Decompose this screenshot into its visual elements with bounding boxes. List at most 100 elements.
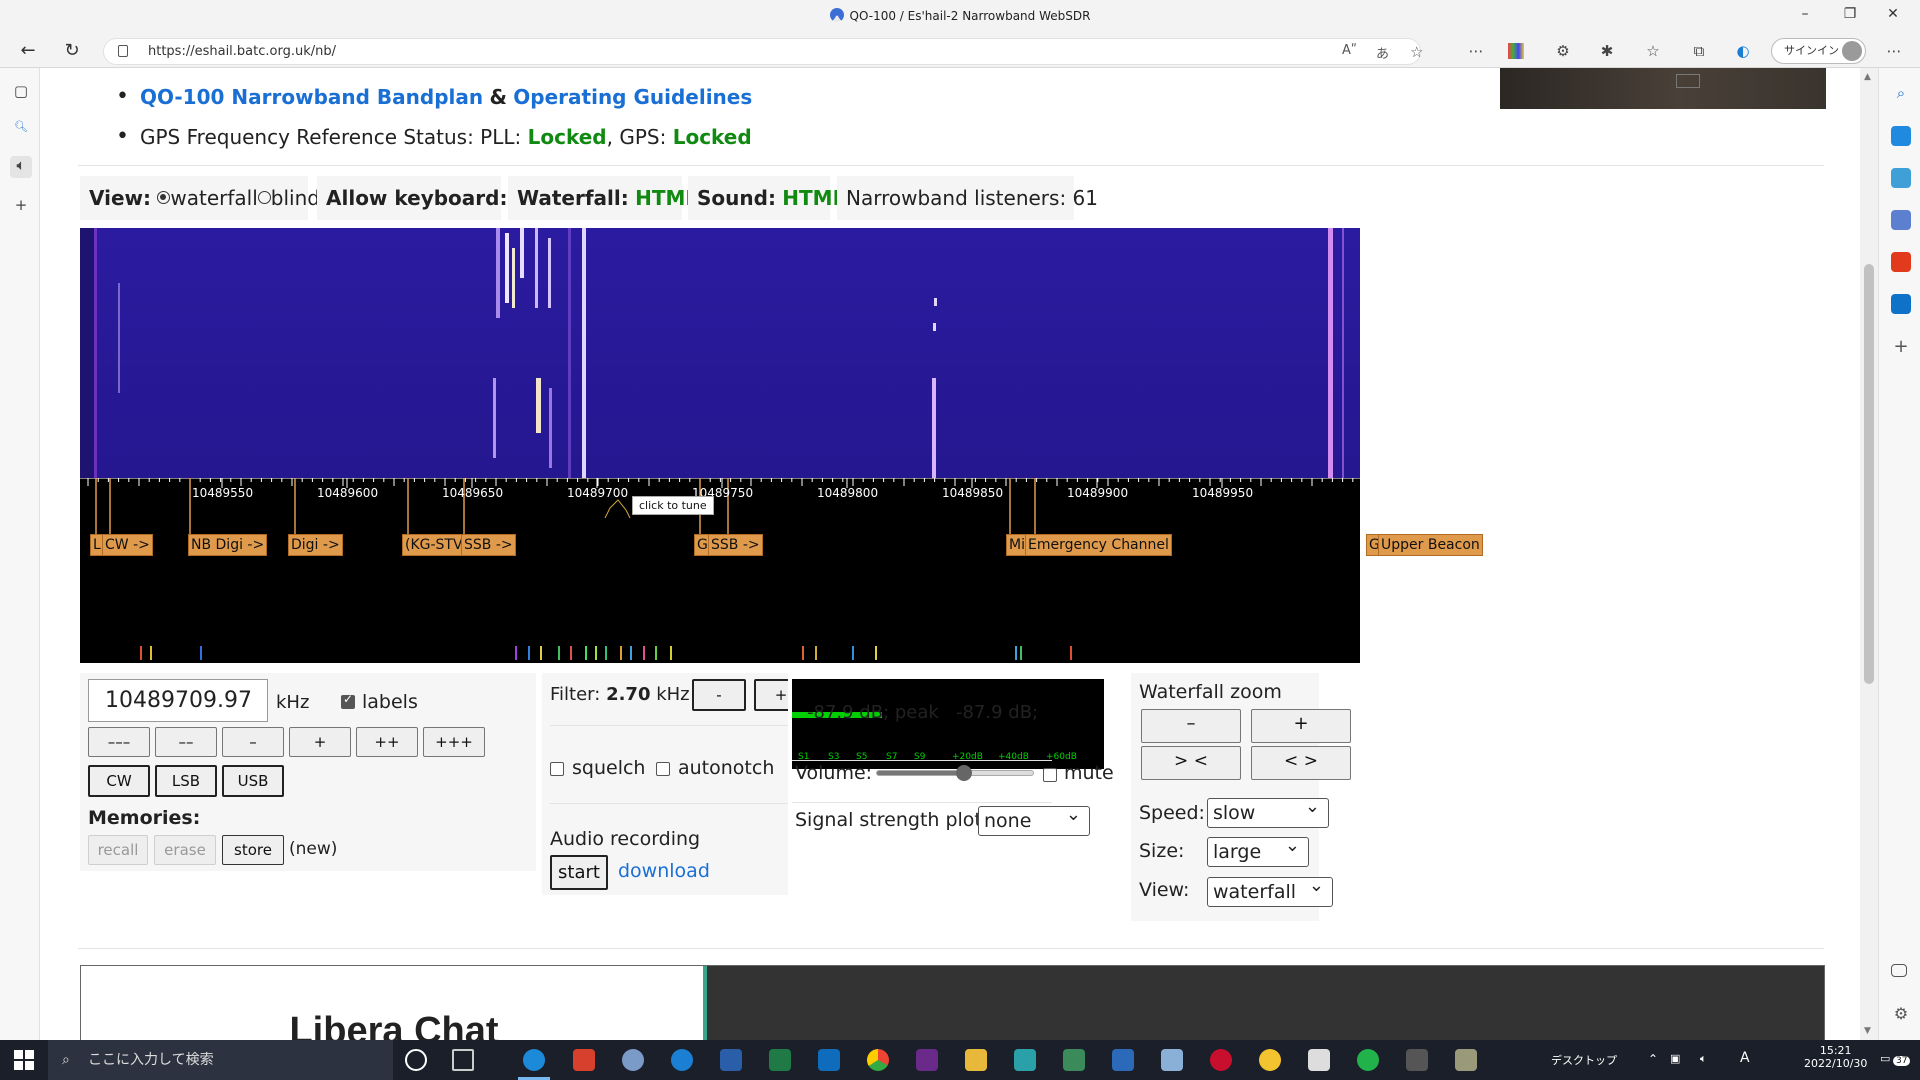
station-marker[interactable] (875, 646, 877, 660)
waterfall-display[interactable] (80, 228, 1360, 478)
step-down-2-button[interactable]: –– (155, 727, 217, 757)
usb-mode-button[interactable]: USB (222, 765, 284, 797)
app-icon-8[interactable] (1259, 1049, 1281, 1071)
labels-checkbox-wrap[interactable] (341, 692, 355, 713)
recall-button[interactable]: recall (88, 835, 148, 865)
volume-icon[interactable]: 🔈︎ (1700, 1052, 1707, 1066)
close-icon[interactable]: ✕ (1881, 6, 1905, 26)
scrollbar-thumb[interactable] (1864, 264, 1874, 684)
app-icon-1[interactable] (573, 1049, 595, 1071)
station-marker[interactable] (528, 646, 530, 660)
station-marker[interactable] (670, 646, 672, 660)
labels-checkbox-label[interactable]: labels (362, 691, 418, 713)
step-down-1-button[interactable]: – (222, 727, 284, 757)
network-icon[interactable]: ▣ (1670, 1052, 1680, 1065)
refresh-icon[interactable]: ↻ (58, 39, 86, 63)
more-menu-icon[interactable]: ⋯ (1884, 41, 1904, 61)
signal-plot-select[interactable]: none (978, 801, 1090, 836)
tool-extension-icon[interactable]: ⚙ (1553, 41, 1573, 61)
favorite-star-icon[interactable]: ☆ (1410, 43, 1423, 61)
bandplan-link[interactable]: QO-100 Narrowband Bandplan (140, 85, 483, 109)
frequency-input[interactable]: 10489709.97 (88, 679, 268, 722)
mute-checkbox-wrap[interactable] (1043, 767, 1057, 786)
step-up-2-button[interactable]: ++ (356, 727, 418, 757)
start-recording-button[interactable]: start (550, 855, 608, 890)
app-icon-6[interactable] (1161, 1049, 1183, 1071)
squelch-checkbox-wrap[interactable] (550, 761, 564, 780)
band-label[interactable]: NB Digi -> (188, 534, 268, 556)
blind-radio[interactable] (257, 191, 271, 204)
cortana-icon[interactable] (405, 1049, 427, 1071)
store-button[interactable]: store (222, 835, 284, 865)
station-marker[interactable] (595, 646, 597, 660)
mute-label[interactable]: mute (1064, 762, 1114, 784)
scroll-down-icon[interactable]: ▼ (1864, 1026, 1871, 1036)
app-icon-10[interactable] (1357, 1049, 1379, 1071)
clock[interactable]: 15:21 2022/10/30 (1804, 1044, 1867, 1070)
app-icon-4[interactable] (1063, 1049, 1085, 1071)
waterfall-radio[interactable] (157, 191, 171, 204)
station-marker[interactable] (540, 646, 542, 660)
start-button[interactable] (14, 1050, 34, 1070)
outlook-taskbar-icon[interactable] (818, 1049, 840, 1071)
squelch-checkbox[interactable] (550, 762, 564, 776)
search-icon[interactable]: ⌕ (1891, 84, 1911, 104)
add-sidebar-icon[interactable]: + (1891, 336, 1911, 357)
taskbar-search[interactable]: ここに入力して検索 (48, 1040, 393, 1080)
extension-icon[interactable]: ⋯ (1466, 41, 1486, 61)
page-scrollbar[interactable]: ▲ ▼ (1860, 68, 1878, 1040)
step-up-1-button[interactable]: + (289, 727, 351, 757)
station-marker[interactable] (585, 646, 587, 660)
search-sidebar-icon[interactable]: 🔍︎ (10, 120, 32, 142)
explorer-icon[interactable] (965, 1049, 987, 1071)
squelch-label[interactable]: squelch (572, 757, 645, 779)
speed-select[interactable]: slow (1207, 793, 1329, 828)
mute-checkbox[interactable] (1043, 768, 1057, 782)
ime-indicator[interactable]: A (1740, 1050, 1750, 1066)
settings-gear-icon[interactable]: ⚙ (1891, 1004, 1911, 1024)
app-icon-2[interactable] (622, 1049, 644, 1071)
tab-actions-icon[interactable]: ▢ (10, 82, 32, 104)
station-marker[interactable] (643, 646, 645, 660)
erase-button[interactable]: erase (154, 835, 216, 865)
signin-button[interactable]: サインイン (1771, 38, 1866, 64)
labels-checkbox[interactable] (341, 692, 355, 709)
color-extension-icon[interactable] (1508, 43, 1524, 59)
station-marker[interactable] (1020, 646, 1022, 660)
favorites-icon[interactable]: ☆ (1643, 41, 1663, 61)
band-label[interactable]: Digi -> (288, 534, 343, 556)
station-marker[interactable] (655, 646, 657, 660)
band-label[interactable]: Upper Beacon (1378, 534, 1483, 556)
station-marker[interactable] (605, 646, 607, 660)
minimize-icon[interactable]: – (1793, 6, 1817, 26)
volume-slider[interactable] (876, 765, 1034, 781)
station-marker[interactable] (515, 646, 517, 660)
office-icon[interactable] (1891, 252, 1911, 272)
station-marker[interactable] (558, 646, 560, 660)
download-link[interactable]: download (618, 860, 710, 882)
frequency-scale[interactable]: 10489550 10489600 10489650 10489700 10489750… (80, 478, 1360, 663)
desktop-toolbar[interactable]: デスクトップ (1551, 1052, 1617, 1068)
band-label[interactable]: SSB -> (708, 534, 763, 556)
lsb-mode-button[interactable]: LSB (155, 765, 217, 797)
tools-icon[interactable] (1891, 168, 1911, 188)
guidelines-link[interactable]: Operating Guidelines (513, 85, 752, 109)
blind-radio-label[interactable]: blind (271, 186, 320, 210)
band-label[interactable]: CW -> (102, 534, 153, 556)
excel-icon[interactable] (769, 1049, 791, 1071)
station-marker[interactable] (802, 646, 804, 660)
sidebar-toggle-icon[interactable] (1891, 964, 1907, 977)
autonotch-checkbox-wrap[interactable] (656, 761, 670, 780)
station-marker[interactable] (1015, 646, 1017, 660)
url-field[interactable]: https://eshail.batc.org.uk/nb/ Aʺ あ ☆ (103, 38, 1423, 65)
word-icon[interactable] (720, 1049, 742, 1071)
zoom-center-button[interactable]: > < (1141, 746, 1241, 780)
cw-mode-button[interactable]: CW (88, 765, 150, 797)
app-icon-3[interactable] (1014, 1049, 1036, 1071)
waterfall-canvas[interactable] (80, 228, 1360, 478)
edge-icon[interactable]: ◐ (1733, 41, 1753, 61)
station-marker[interactable] (150, 646, 152, 660)
station-marker[interactable] (1070, 646, 1072, 660)
new-tab-icon[interactable]: + (10, 196, 32, 218)
restore-icon[interactable]: ❐ (1838, 6, 1862, 26)
